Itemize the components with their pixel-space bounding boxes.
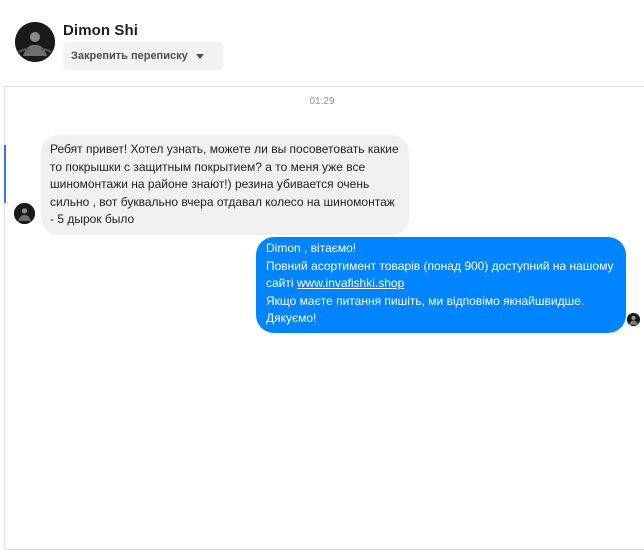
pin-conversation-label: Закрепить переписку xyxy=(71,50,188,62)
conversation-header: Dimon Shi Закрепить переписку xyxy=(0,0,644,86)
incoming-message-bubble[interactable]: Ребят привет! Хотел узнать, можете ли вы… xyxy=(41,135,409,235)
contact-name[interactable]: Dimon Shi xyxy=(63,22,138,39)
chevron-down-icon xyxy=(195,54,204,59)
read-receipt-avatar xyxy=(627,313,640,326)
outgoing-line-questions: Якщо маєте питання пишіть, ми відповімо … xyxy=(266,293,585,308)
outgoing-thanks: Дякуємо! xyxy=(266,311,317,325)
thread-selection-indicator xyxy=(4,145,6,203)
pin-conversation-button[interactable]: Закрепить переписку xyxy=(63,42,223,70)
contact-avatar[interactable] xyxy=(15,22,55,62)
outgoing-line-site: сайті www.invafishki.shop xyxy=(266,275,616,293)
outgoing-greeting: Dimon , вітаємо! xyxy=(266,241,357,255)
sender-avatar[interactable] xyxy=(14,203,35,224)
incoming-message-text: Ребят привет! Хотел узнать, можете ли вы… xyxy=(50,142,399,226)
message-timestamp: 01:29 xyxy=(309,96,335,107)
outgoing-site-prefix: сайті xyxy=(266,276,297,290)
shop-link[interactable]: www.invafishki.shop xyxy=(297,276,404,290)
outgoing-message-bubble[interactable]: Dimon , вітаємо! Повний асортимент товар… xyxy=(256,237,626,333)
outgoing-line-assortment: Повний асортимент товарів (понад 900) до… xyxy=(266,258,614,273)
